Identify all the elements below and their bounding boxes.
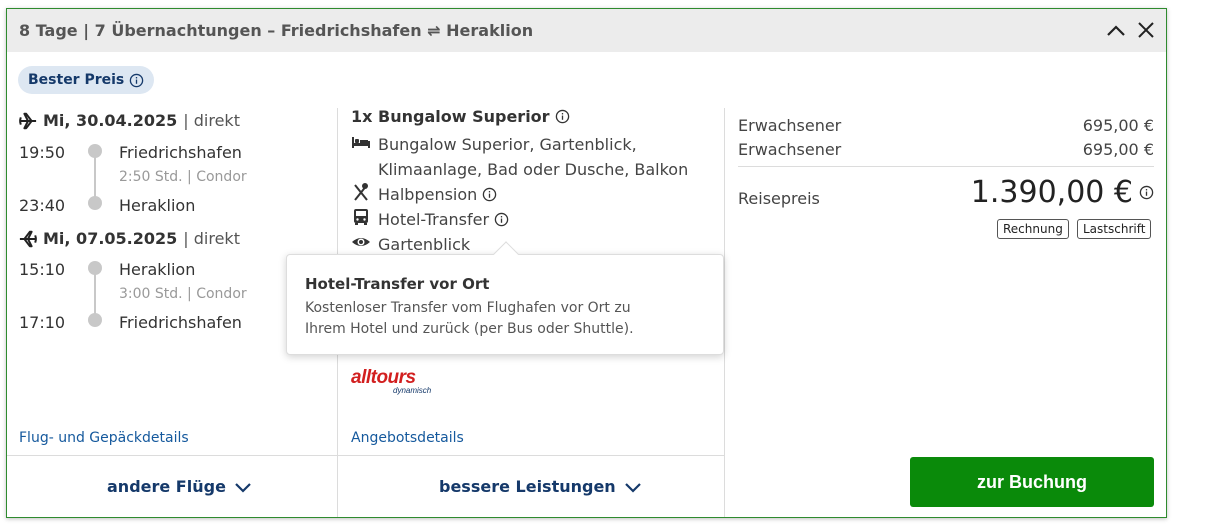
- room-description: Bungalow Superior, Gartenblick, Klimaanl…: [351, 132, 688, 182]
- cutlery-icon: [354, 183, 368, 201]
- tooltip-title: Hotel-Transfer vor Ort: [305, 275, 490, 293]
- room-title: 1x Bungalow Superior: [351, 107, 570, 126]
- outbound-flight-header: Mi, 30.04.2025 | direkt: [19, 111, 240, 130]
- better-services-label: bessere Leistungen: [439, 477, 616, 496]
- price-row-value: 695,00 €: [1082, 116, 1154, 135]
- return-type: | direkt: [183, 229, 240, 248]
- total-price-label: Reisepreis: [738, 189, 820, 208]
- plane-return-icon: [19, 230, 37, 247]
- return-dep-time: 15:10: [19, 260, 66, 279]
- info-icon[interactable]: [1139, 185, 1154, 200]
- info-icon[interactable]: [129, 73, 144, 88]
- total-price-value: 1.390,00 €: [970, 175, 1133, 210]
- chevron-down-icon: [235, 482, 251, 493]
- timeline-dot: [88, 313, 102, 327]
- board-text: Halbpension: [378, 185, 478, 204]
- timeline-dot: [88, 196, 102, 210]
- flight-details-link[interactable]: Flug- und Gepäckdetails: [19, 430, 189, 446]
- alltours-logo: alltours dynamisch: [351, 367, 432, 395]
- return-arr-time: 17:10: [19, 313, 66, 332]
- timeline-line: [94, 269, 96, 317]
- logo-subtext: dynamisch: [393, 386, 432, 395]
- outbound-date: Mi, 30.04.2025: [43, 111, 178, 130]
- better-services-toggle[interactable]: bessere Leistungen: [439, 477, 642, 496]
- transfer-text: Hotel-Transfer: [378, 210, 490, 229]
- tooltip-line2: Ihrem Hotel und zurück (per Bus oder Shu…: [305, 321, 634, 337]
- offer-header[interactable]: 8 Tage | 7 Übernachtungen – Friedrichsha…: [7, 9, 1166, 52]
- return-date: Mi, 07.05.2025: [43, 229, 178, 248]
- best-price-label: Bester Preis: [28, 72, 125, 88]
- footer-divider: [7, 455, 724, 456]
- plane-departure-icon: [19, 112, 37, 129]
- column-divider: [724, 108, 725, 517]
- outbound-arr-time: 23:40: [19, 196, 66, 215]
- best-price-badge[interactable]: Bester Preis: [18, 66, 155, 94]
- room-desc-line1: Bungalow Superior, Gartenblick,: [378, 135, 637, 154]
- room-desc-line2: Klimaanlage, Bad oder Dusche, Balkon: [378, 160, 689, 179]
- return-arr-place: Friedrichshafen: [119, 313, 242, 332]
- return-duration: 3:00 Std. | Condor: [119, 286, 247, 302]
- info-icon[interactable]: [555, 109, 570, 124]
- outbound-type: | direkt: [183, 111, 240, 130]
- info-icon[interactable]: [482, 187, 497, 202]
- offer-title: 8 Tage | 7 Übernachtungen – Friedrichsha…: [19, 21, 534, 40]
- return-flight-header: Mi, 07.05.2025 | direkt: [19, 229, 240, 248]
- chevron-up-icon[interactable]: [1106, 20, 1126, 40]
- return-dep-place: Heraklion: [119, 260, 196, 279]
- payment-method-badge: Lastschrift: [1077, 219, 1152, 239]
- payment-method-badge: Rechnung: [997, 219, 1069, 239]
- price-row-label: Erwachsener: [738, 116, 842, 135]
- other-flights-label: andere Flüge: [107, 477, 226, 496]
- other-flights-toggle[interactable]: andere Flüge: [107, 477, 252, 496]
- bed-icon: [352, 137, 370, 148]
- eye-icon: [352, 238, 370, 246]
- close-icon[interactable]: [1136, 20, 1156, 40]
- chevron-down-icon: [624, 482, 641, 493]
- offer-details-link[interactable]: Angebotsdetails: [351, 430, 464, 446]
- price-row-label: Erwachsener: [738, 140, 842, 159]
- price-row-value: 695,00 €: [1082, 140, 1154, 159]
- outbound-arr-place: Heraklion: [119, 196, 196, 215]
- outbound-dep-place: Friedrichshafen: [119, 143, 242, 162]
- transfer-tooltip: Hotel-Transfer vor Ort Kostenloser Trans…: [286, 254, 724, 355]
- outbound-dep-time: 19:50: [19, 143, 66, 162]
- outbound-duration: 2:50 Std. | Condor: [119, 169, 247, 185]
- timeline-line: [94, 152, 96, 200]
- bus-icon: [354, 209, 368, 225]
- tooltip-line1: Kostenloser Transfer vom Flughafen vor O…: [305, 300, 631, 316]
- total-price: 1.390,00 €: [971, 175, 1154, 210]
- book-button[interactable]: zur Buchung: [910, 457, 1154, 507]
- logo-text: alltours: [351, 367, 416, 388]
- transfer-row: Hotel-Transfer: [351, 207, 509, 232]
- price-divider: [738, 166, 1154, 167]
- offer-card: 8 Tage | 7 Übernachtungen – Friedrichsha…: [6, 8, 1167, 518]
- info-icon[interactable]: [494, 212, 509, 227]
- board-row: Halbpension: [351, 182, 497, 207]
- room-title-text: 1x Bungalow Superior: [351, 107, 550, 126]
